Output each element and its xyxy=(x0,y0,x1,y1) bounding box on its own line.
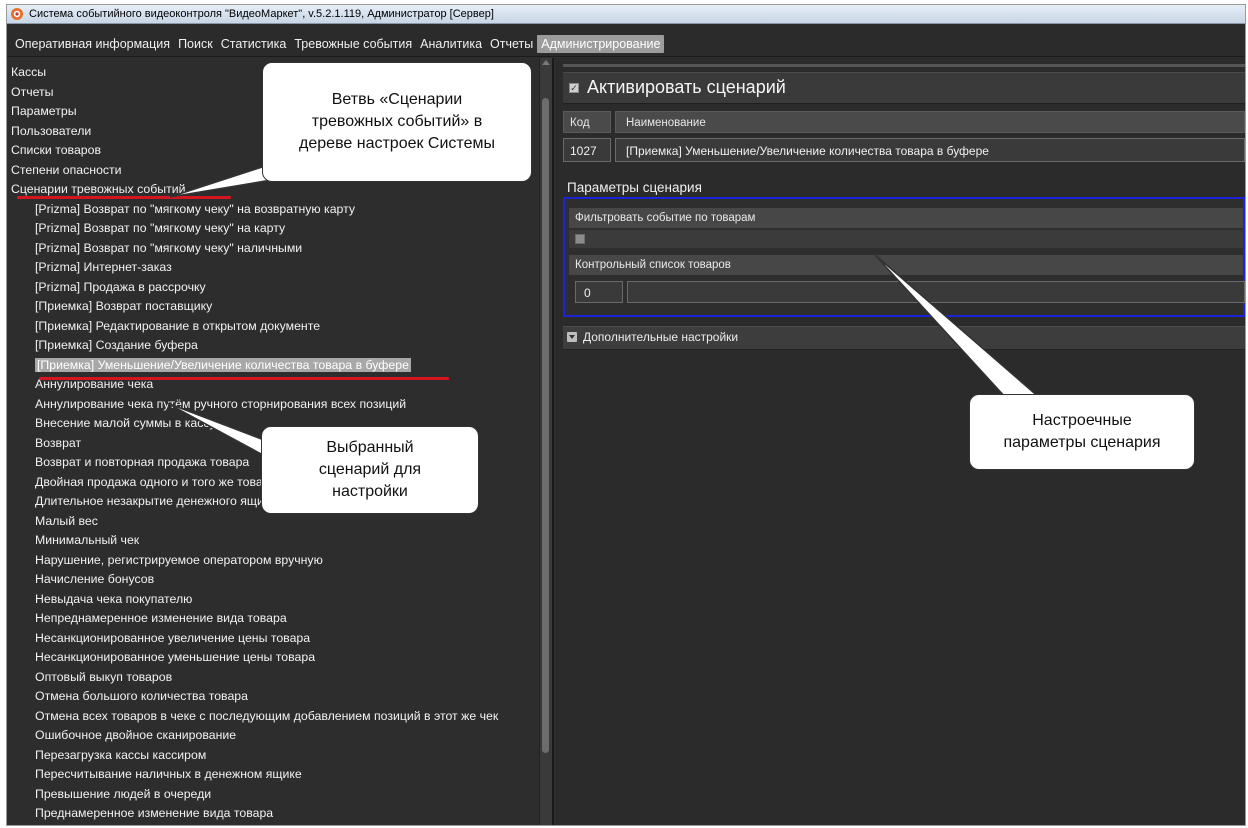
app-window: Система событийного видеоконтроля "Видео… xyxy=(6,4,1246,826)
params-callout: Настроечные параметры сценария xyxy=(969,394,1195,470)
params-callout-pointer xyxy=(874,254,1044,400)
selected-callout: Выбранный сценарий для настройки xyxy=(261,426,479,514)
branch-callout: Ветвь «Сценарии тревожных событий» в дер… xyxy=(262,62,532,182)
